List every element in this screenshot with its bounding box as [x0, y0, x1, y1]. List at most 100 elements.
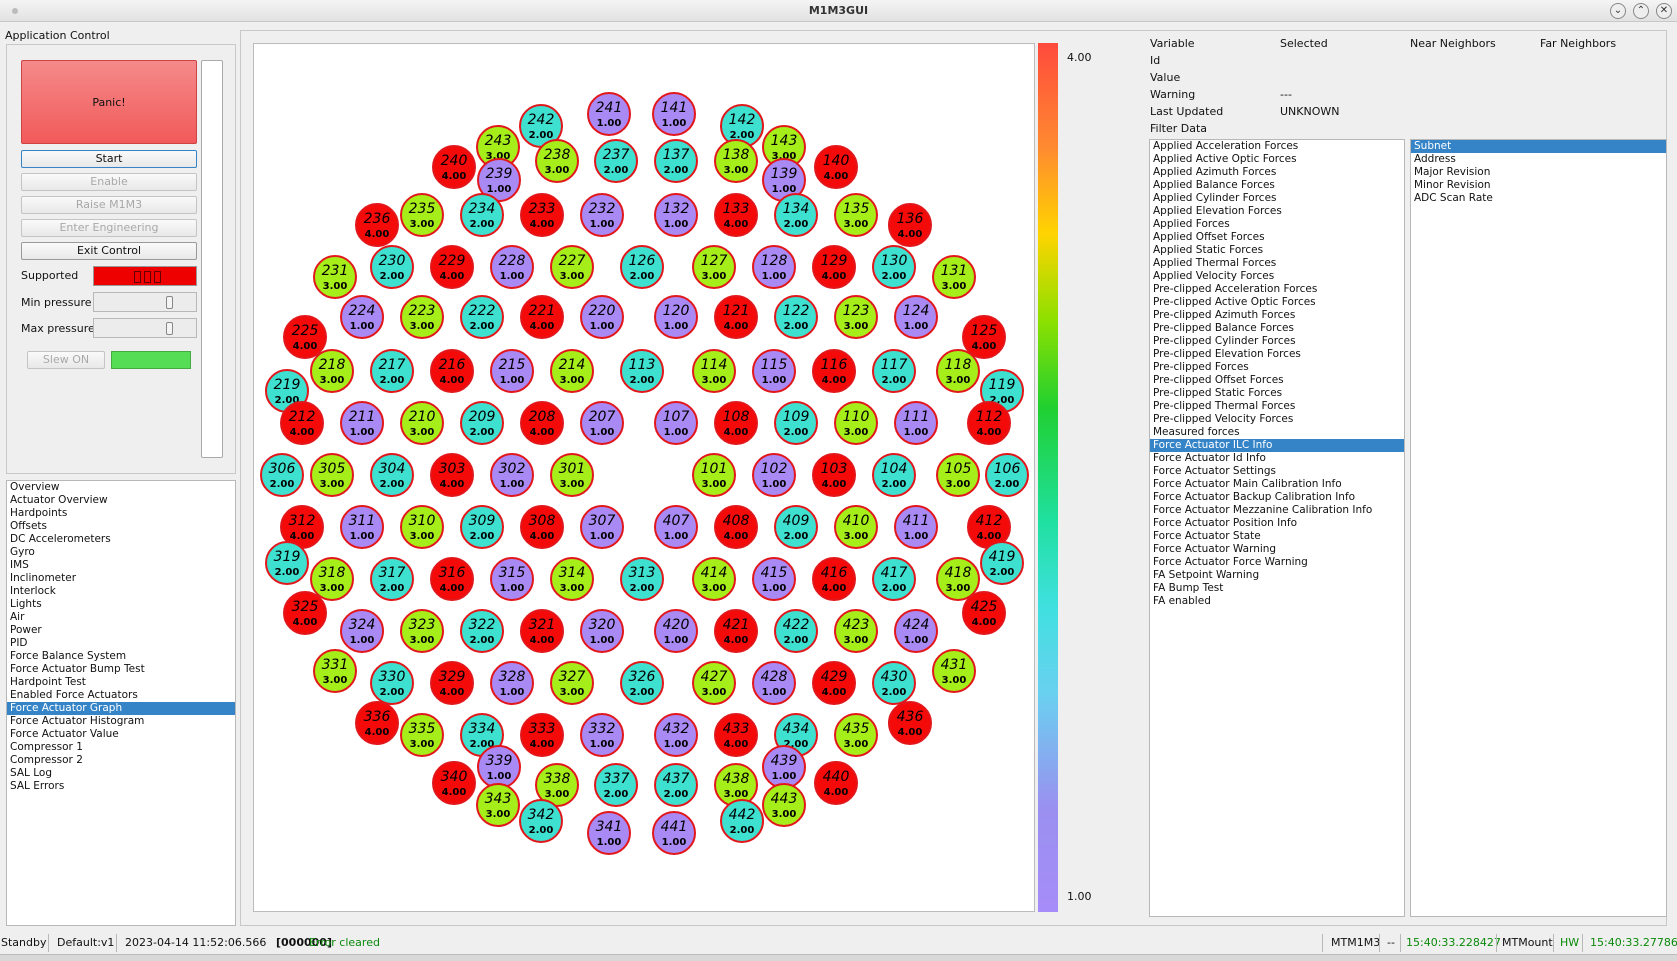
nav-item[interactable]: Interlock: [7, 585, 235, 598]
actuator-341[interactable]: 341 1.00: [587, 811, 631, 855]
actuator-321[interactable]: 321 4.00: [520, 609, 564, 653]
actuator-125[interactable]: 125 4.00: [962, 315, 1006, 359]
actuator-227[interactable]: 227 3.00: [550, 245, 594, 289]
filter-item[interactable]: Force Actuator Backup Calibration Info: [1150, 491, 1404, 504]
actuator-409[interactable]: 409 2.00: [774, 505, 818, 549]
actuator-430[interactable]: 430 2.00: [872, 661, 916, 705]
filter-item[interactable]: Applied Cylinder Forces: [1150, 192, 1404, 205]
actuator-208[interactable]: 208 4.00: [520, 401, 564, 445]
nav-item[interactable]: Compressor 2: [7, 754, 235, 767]
raise-m1m3-button[interactable]: Raise M1M3: [21, 196, 197, 214]
actuator-130[interactable]: 130 2.00: [872, 245, 916, 289]
panel-scrollbar[interactable]: [201, 60, 223, 458]
maximize-icon[interactable]: ⌃: [1633, 3, 1649, 19]
actuator-231[interactable]: 231 3.00: [313, 255, 357, 299]
nav-item[interactable]: SAL Errors: [7, 780, 235, 793]
actuator-207[interactable]: 207 1.00: [580, 401, 624, 445]
actuator-305[interactable]: 305 3.00: [310, 453, 354, 497]
filter-item[interactable]: Force Actuator Force Warning: [1150, 556, 1404, 569]
actuator-128[interactable]: 128 1.00: [752, 245, 796, 289]
actuator-217[interactable]: 217 2.00: [370, 349, 414, 393]
filter-item[interactable]: Applied Thermal Forces: [1150, 257, 1404, 270]
actuator-438[interactable]: 438 3.00: [714, 763, 758, 807]
filter-item[interactable]: Pre-clipped Thermal Forces: [1150, 400, 1404, 413]
actuator-114[interactable]: 114 3.00: [692, 349, 736, 393]
filter-item[interactable]: Force Actuator ILC Info: [1150, 439, 1404, 452]
actuator-424[interactable]: 424 1.00: [894, 609, 938, 653]
nav-item[interactable]: Actuator Overview: [7, 494, 235, 507]
filter-item[interactable]: Pre-clipped Azimuth Forces: [1150, 309, 1404, 322]
filter-item[interactable]: Applied Azimuth Forces: [1150, 166, 1404, 179]
slew-on-button[interactable]: Slew ON: [27, 351, 105, 369]
nav-item[interactable]: Lights: [7, 598, 235, 611]
actuator-410[interactable]: 410 3.00: [834, 505, 878, 549]
actuator-141[interactable]: 141 1.00: [652, 92, 696, 136]
actuator-429[interactable]: 429 4.00: [812, 661, 856, 705]
actuator-320[interactable]: 320 1.00: [580, 609, 624, 653]
actuator-109[interactable]: 109 2.00: [774, 401, 818, 445]
actuator-417[interactable]: 417 2.00: [872, 557, 916, 601]
actuator-124[interactable]: 124 1.00: [894, 295, 938, 339]
actuator-316[interactable]: 316 4.00: [430, 557, 474, 601]
actuator-241[interactable]: 241 1.00: [587, 92, 631, 136]
nav-item[interactable]: Hardpoints: [7, 507, 235, 520]
actuator-240[interactable]: 240 4.00: [432, 145, 476, 189]
actuator-302[interactable]: 302 1.00: [490, 453, 534, 497]
filter-item[interactable]: Applied Balance Forces: [1150, 179, 1404, 192]
actuator-110[interactable]: 110 3.00: [834, 401, 878, 445]
actuator-220[interactable]: 220 1.00: [580, 295, 624, 339]
actuator-309[interactable]: 309 2.00: [460, 505, 504, 549]
close-icon[interactable]: ✕: [1656, 3, 1672, 19]
nav-item[interactable]: Force Actuator Graph: [7, 702, 235, 715]
actuator-313[interactable]: 313 2.00: [620, 557, 664, 601]
actuator-212[interactable]: 212 4.00: [280, 401, 324, 445]
actuator-420[interactable]: 420 1.00: [654, 609, 698, 653]
actuator-328[interactable]: 328 1.00: [490, 661, 534, 705]
actuator-431[interactable]: 431 3.00: [932, 649, 976, 693]
actuator-407[interactable]: 407 1.00: [654, 505, 698, 549]
actuator-342[interactable]: 342 2.00: [519, 799, 563, 843]
nav-item[interactable]: IMS: [7, 559, 235, 572]
nav-item[interactable]: PID: [7, 637, 235, 650]
actuator-215[interactable]: 215 1.00: [490, 349, 534, 393]
actuator-308[interactable]: 308 4.00: [520, 505, 564, 549]
actuator-111[interactable]: 111 1.00: [894, 401, 938, 445]
filter-item[interactable]: FA Setpoint Warning: [1150, 569, 1404, 582]
start-button[interactable]: Start: [21, 150, 197, 168]
actuator-209[interactable]: 209 2.00: [460, 401, 504, 445]
actuator-340[interactable]: 340 4.00: [432, 761, 476, 805]
actuator-123[interactable]: 123 3.00: [834, 295, 878, 339]
nav-item[interactable]: DC Accelerometers: [7, 533, 235, 546]
actuator-419[interactable]: 419 2.00: [980, 541, 1024, 585]
actuator-101[interactable]: 101 3.00: [692, 453, 736, 497]
nav-item[interactable]: SAL Log: [7, 767, 235, 780]
actuator-120[interactable]: 120 1.00: [654, 295, 698, 339]
actuator-230[interactable]: 230 2.00: [370, 245, 414, 289]
actuator-435[interactable]: 435 3.00: [834, 713, 878, 757]
field-item[interactable]: Minor Revision: [1411, 179, 1666, 192]
actuator-332[interactable]: 332 1.00: [580, 713, 624, 757]
filter-item[interactable]: Force Actuator Id Info: [1150, 452, 1404, 465]
actuator-122[interactable]: 122 2.00: [774, 295, 818, 339]
actuator-127[interactable]: 127 3.00: [692, 245, 736, 289]
actuator-104[interactable]: 104 2.00: [872, 453, 916, 497]
actuator-319[interactable]: 319 2.00: [265, 541, 309, 585]
actuator-317[interactable]: 317 2.00: [370, 557, 414, 601]
actuator-441[interactable]: 441 1.00: [652, 811, 696, 855]
filter-item[interactable]: Applied Active Optic Forces: [1150, 153, 1404, 166]
actuator-418[interactable]: 418 3.00: [936, 557, 980, 601]
filter-item[interactable]: Measured forces: [1150, 426, 1404, 439]
actuator-432[interactable]: 432 1.00: [654, 713, 698, 757]
actuator-304[interactable]: 304 2.00: [370, 453, 414, 497]
actuator-411[interactable]: 411 1.00: [894, 505, 938, 549]
actuator-233[interactable]: 233 4.00: [520, 193, 564, 237]
nav-item[interactable]: Inclinometer: [7, 572, 235, 585]
actuator-423[interactable]: 423 3.00: [834, 609, 878, 653]
nav-item[interactable]: Air: [7, 611, 235, 624]
actuator-238[interactable]: 238 3.00: [535, 139, 579, 183]
filter-item[interactable]: Force Actuator Main Calibration Info: [1150, 478, 1404, 491]
filter-item[interactable]: Applied Offset Forces: [1150, 231, 1404, 244]
filter-item[interactable]: Pre-clipped Static Forces: [1150, 387, 1404, 400]
filter-item[interactable]: Pre-clipped Acceleration Forces: [1150, 283, 1404, 296]
filter-item[interactable]: FA enabled: [1150, 595, 1404, 608]
